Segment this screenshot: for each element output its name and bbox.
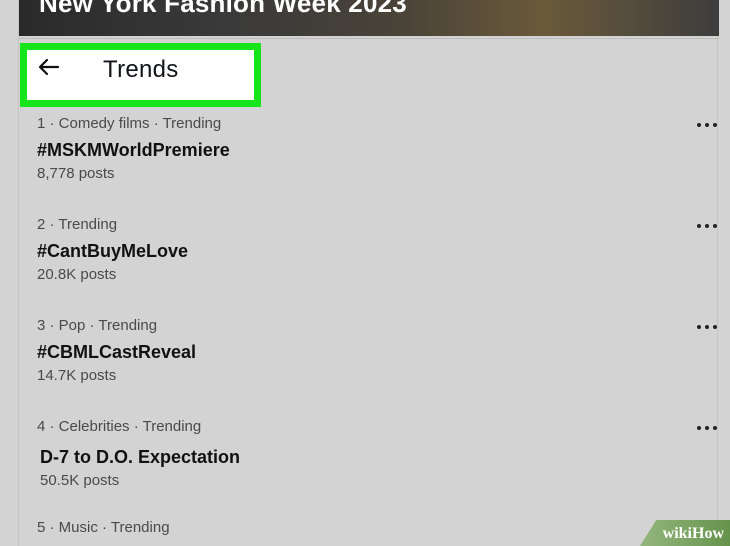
page-title: Trends: [103, 56, 179, 83]
trends-header: Trends: [20, 43, 261, 107]
banner-divider: [19, 38, 719, 39]
trend-item[interactable]: 5 · Music · Trending: [37, 519, 717, 543]
trend-post-count: 20.8K posts: [37, 266, 117, 283]
trend-name[interactable]: #MSKMWorldPremiere: [37, 139, 717, 161]
trend-meta: 3 · Pop · Trending: [37, 317, 158, 334]
trend-item[interactable]: 4 · Celebrities · Trending D-7 to D.O. E…: [37, 418, 717, 490]
trend-meta: 2 · Trending: [37, 216, 118, 233]
banner-title: New York Fashion Week 2023: [39, 0, 407, 18]
more-options-icon[interactable]: [697, 117, 717, 133]
trend-item[interactable]: 2 · Trending #CantBuyMeLove 20.8K posts: [37, 216, 717, 284]
event-banner[interactable]: New York Fashion Week 2023: [19, 0, 719, 36]
trend-post-count: 8,778 posts: [37, 165, 115, 182]
more-options-icon[interactable]: [697, 319, 717, 335]
more-options-icon[interactable]: [697, 218, 717, 234]
watermark-text: wikiHow: [662, 525, 724, 542]
trends-panel: New York Fashion Week 2023 Trends 1 · Co…: [18, 0, 719, 546]
back-arrow-icon[interactable]: [38, 58, 60, 76]
trend-meta: 1 · Comedy films · Trending: [37, 115, 222, 132]
trend-name[interactable]: #CBMLCastReveal: [37, 341, 717, 363]
trend-meta: 5 · Music · Trending: [37, 519, 170, 536]
trend-meta: 4 · Celebrities · Trending: [37, 418, 202, 435]
trend-post-count: 14.7K posts: [37, 367, 117, 384]
trend-item[interactable]: 3 · Pop · Trending #CBMLCastReveal 14.7K…: [37, 317, 717, 385]
trend-name[interactable]: D-7 to D.O. Expectation: [40, 446, 717, 468]
more-options-icon[interactable]: [697, 420, 717, 436]
trend-item[interactable]: 1 · Comedy films · Trending #MSKMWorldPr…: [37, 115, 717, 183]
trend-name[interactable]: #CantBuyMeLove: [37, 240, 717, 262]
trend-post-count: 50.5K posts: [40, 472, 120, 489]
